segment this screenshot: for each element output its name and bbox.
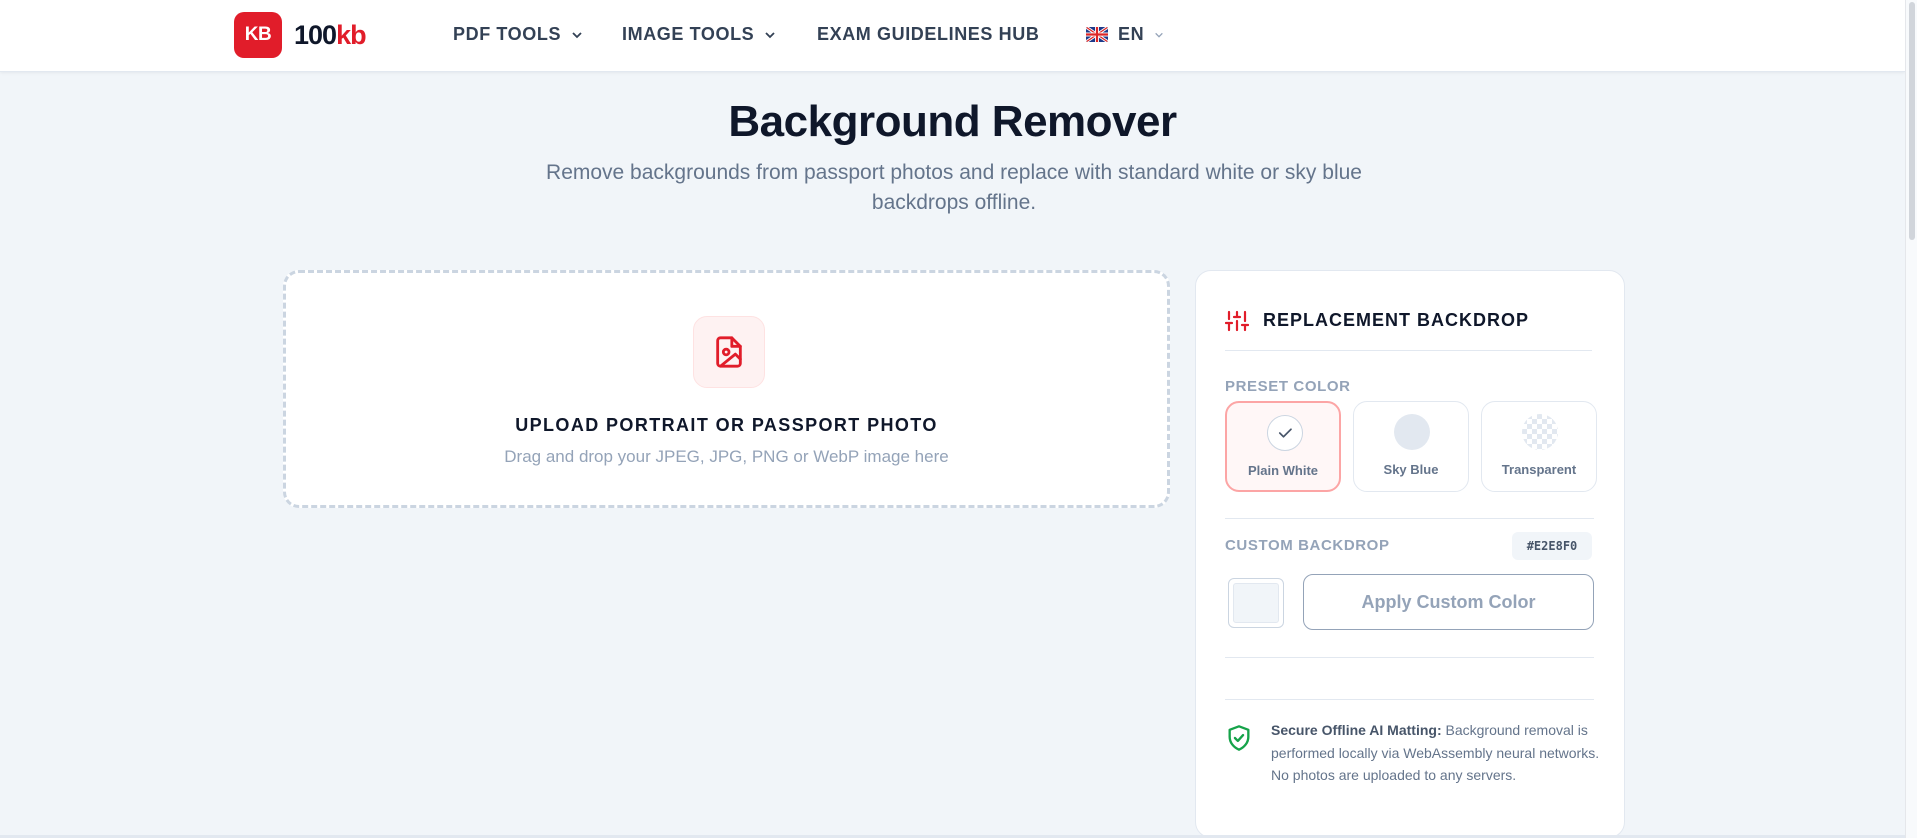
uk-flag-icon bbox=[1086, 27, 1108, 42]
language-label: EN bbox=[1118, 24, 1145, 44]
secure-notice-title: Secure Offline AI Matting: bbox=[1271, 722, 1442, 738]
page-title: Background Remover bbox=[728, 97, 1177, 146]
check-icon bbox=[1278, 428, 1292, 438]
preset-name: Plain White bbox=[1247, 463, 1319, 478]
shield-check-icon bbox=[1228, 725, 1250, 751]
logo-wordmark-part2: kb bbox=[336, 19, 366, 50]
hex-value-badge: #E2E8F0 bbox=[1512, 532, 1592, 560]
custom-color-preview bbox=[1233, 583, 1279, 623]
upload-title: UPLOAD PORTRAIT OR PASSPORT PHOTO bbox=[515, 415, 938, 435]
scrollbar-thumb[interactable] bbox=[1909, 2, 1915, 240]
chevron-down-icon bbox=[1155, 32, 1164, 38]
page-scrollbar[interactable] bbox=[1905, 0, 1917, 838]
upload-subtitle: Drag and drop your JPEG, JPG, PNG or Web… bbox=[504, 447, 949, 466]
nav-image-tools-label: IMAGE TOOLS bbox=[622, 24, 755, 44]
nav-pdf-tools-label: PDF TOOLS bbox=[453, 24, 562, 44]
logo-wordmark: 100kb bbox=[294, 19, 367, 51]
secure-notice-text: Secure Offline AI Matting: Background re… bbox=[1271, 719, 1600, 787]
secure-offline-notice: Secure Offline AI Matting: Background re… bbox=[1225, 719, 1600, 787]
backdrop-settings-panel: REPLACEMENT BACKDROP PRESET COLOR Plain … bbox=[1195, 270, 1625, 838]
logo-badge: KB bbox=[234, 12, 282, 58]
page: KB 100kb PDF TOOLS IMAGE TOOLS EXAM GUID… bbox=[0, 0, 1917, 838]
top-navbar: KB 100kb PDF TOOLS IMAGE TOOLS EXAM GUID… bbox=[0, 0, 1905, 72]
upload-dropzone[interactable]: UPLOAD PORTRAIT OR PASSPORT PHOTO Drag a… bbox=[283, 270, 1170, 508]
preset-sky-blue[interactable]: Sky Blue bbox=[1353, 401, 1469, 492]
preset-transparent[interactable]: Transparent bbox=[1481, 401, 1597, 492]
preset-color-label: PRESET COLOR bbox=[1225, 378, 1351, 395]
nav-exam-guidelines-hub[interactable]: EXAM GUIDELINES HUB bbox=[817, 24, 1039, 45]
preset-name: Sky Blue bbox=[1383, 462, 1439, 477]
preset-name: Transparent bbox=[1501, 462, 1577, 477]
panel-title: REPLACEMENT BACKDROP bbox=[1263, 310, 1530, 330]
apply-custom-color-button[interactable]: Apply Custom Color bbox=[1303, 574, 1594, 630]
divider bbox=[1225, 657, 1594, 658]
image-file-icon bbox=[693, 316, 765, 388]
preset-plain-white[interactable]: Plain White bbox=[1225, 401, 1341, 492]
custom-color-picker[interactable] bbox=[1228, 578, 1284, 628]
language-selector[interactable]: EN bbox=[1086, 24, 1164, 45]
brand-logo[interactable]: KB 100kb bbox=[234, 12, 367, 58]
nav-exam-hub-label: EXAM GUIDELINES HUB bbox=[817, 24, 1040, 44]
sky-blue-swatch bbox=[1394, 414, 1430, 450]
divider bbox=[1225, 699, 1594, 700]
panel-header: REPLACEMENT BACKDROP bbox=[1225, 301, 1592, 351]
plain-white-swatch bbox=[1267, 415, 1303, 451]
sliders-icon bbox=[1225, 310, 1249, 331]
chevron-down-icon bbox=[765, 31, 775, 38]
logo-wordmark-part1: 100 bbox=[294, 19, 337, 50]
nav-image-tools[interactable]: IMAGE TOOLS bbox=[622, 24, 776, 45]
transparent-checker-swatch bbox=[1522, 414, 1558, 450]
divider bbox=[1225, 518, 1594, 519]
chevron-down-icon bbox=[572, 31, 582, 38]
page-subtitle: Remove backgrounds from passport photos … bbox=[546, 161, 1362, 214]
custom-backdrop-label: CUSTOM BACKDROP bbox=[1225, 537, 1390, 554]
nav-pdf-tools[interactable]: PDF TOOLS bbox=[453, 24, 583, 45]
